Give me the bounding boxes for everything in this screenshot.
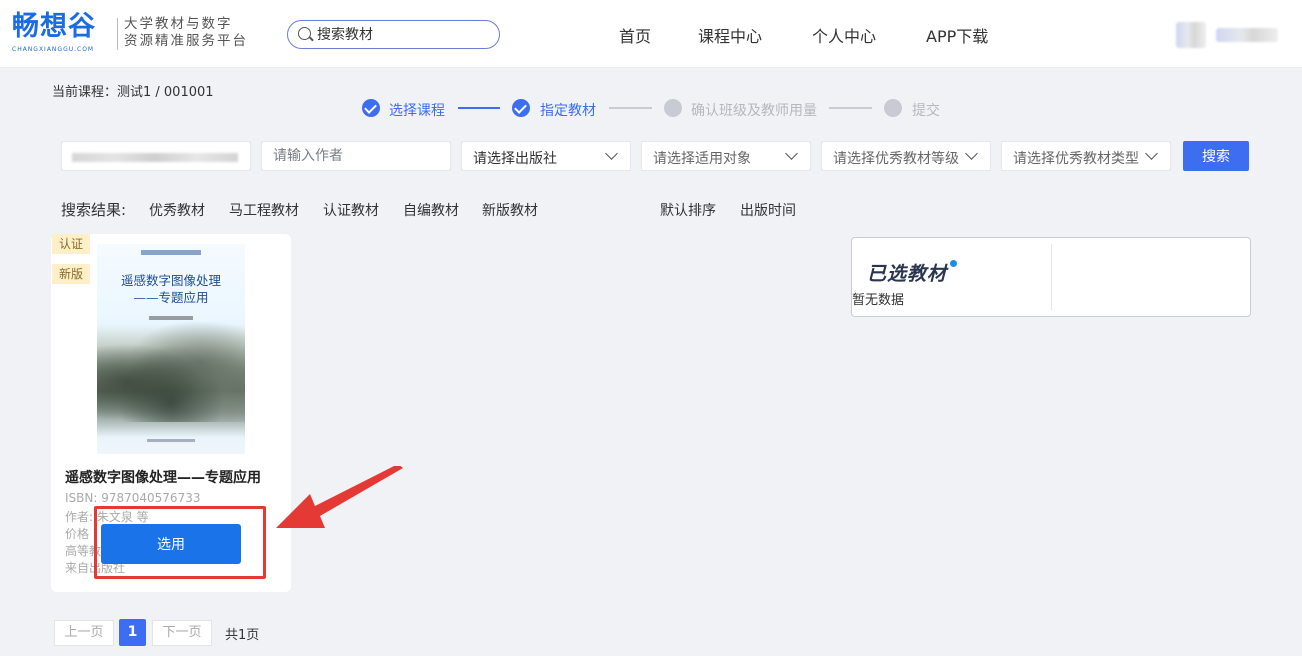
cover-terrain-image [97, 322, 245, 422]
next-page-button[interactable]: 下一页 [152, 620, 212, 646]
search-icon[interactable] [298, 27, 311, 40]
author-input[interactable] [262, 142, 450, 170]
cover-series-mark [141, 250, 201, 255]
tagline-line-2: 资源精准服务平台 [124, 33, 248, 49]
cover-author-mark [149, 316, 193, 320]
level-select-value: 请选择优秀教材等级 [833, 151, 959, 167]
badge-new-edition: 新版 [52, 264, 90, 284]
chevron-down-icon [605, 147, 618, 160]
book-price: 价格 [65, 527, 90, 541]
step-connector-3 [829, 107, 872, 109]
search-results-label: 搜索结果: [61, 201, 127, 219]
chevron-down-icon [965, 147, 978, 160]
selected-count-dot-icon [948, 258, 959, 269]
step-connector-1 [458, 107, 500, 109]
keyword-field-redacted-value [72, 153, 238, 162]
step-2-check-icon [512, 99, 530, 117]
search-button[interactable]: 搜索 [1183, 141, 1249, 171]
audience-select[interactable]: 请选择适用对象 [641, 141, 811, 171]
badge-certified: 认证 [52, 234, 90, 254]
step-1-label: 选择课程 [389, 103, 445, 119]
nav-home[interactable]: 首页 [619, 23, 651, 47]
step-connector-2 [609, 107, 652, 109]
chevron-down-icon [785, 147, 798, 160]
site-tagline: 大学教材与数字 资源精准服务平台 [124, 16, 248, 50]
author-field[interactable] [261, 141, 451, 171]
keyword-field[interactable] [61, 141, 251, 171]
step-4-label: 提交 [912, 103, 940, 119]
current-course: 当前课程：测试1 / 001001 [52, 85, 214, 100]
book-cover[interactable]: 遥感数字图像处理 ——专题应用 [97, 244, 245, 454]
type-select-value: 请选择优秀教材类型 [1013, 151, 1139, 167]
chevron-down-icon [1145, 147, 1158, 160]
logo-divider [117, 18, 118, 50]
logo-text: 畅想谷 [12, 11, 96, 42]
header-search-input[interactable] [317, 24, 492, 45]
cover-press-mark [147, 439, 195, 442]
step-2-label: 指定教材 [540, 103, 596, 119]
cover-title: 遥感数字图像处理 ——专题应用 [97, 272, 245, 306]
publisher-select-value: 请选择出版社 [473, 151, 557, 167]
step-4-dot-icon [884, 99, 902, 117]
avatar[interactable] [1176, 22, 1206, 48]
site-logo[interactable]: 畅想谷 CHANGXIANGGU.COM [12, 10, 112, 58]
prev-page-button[interactable]: 上一页 [54, 620, 114, 646]
tagline-line-1: 大学教材与数字 [124, 16, 233, 32]
page-number-1[interactable]: 1 [119, 619, 146, 646]
nav-personal-center[interactable]: 个人中心 [812, 23, 876, 47]
selected-empty-text: 暂无数据 [852, 293, 905, 308]
cover-title-line-1: 遥感数字图像处理 [120, 273, 221, 288]
tab-marxism-project-textbooks[interactable]: 马工程教材 [229, 200, 299, 220]
book-title[interactable]: 遥感数字图像处理——专题应用 [65, 467, 261, 487]
tab-self-compiled-textbooks[interactable]: 自编教材 [403, 200, 459, 220]
tab-certified-textbooks[interactable]: 认证教材 [323, 200, 379, 220]
publisher-select[interactable]: 请选择出版社 [461, 141, 631, 171]
user-name-redacted[interactable] [1216, 28, 1278, 42]
audience-select-value: 请选择适用对象 [653, 151, 751, 167]
nav-course-center[interactable]: 课程中心 [698, 23, 762, 47]
sort-publish-time[interactable]: 出版时间 [740, 200, 796, 220]
cover-title-line-2: ——专题应用 [133, 290, 209, 305]
header-search[interactable] [287, 20, 500, 49]
selected-panel-divider [1051, 244, 1052, 310]
highlight-box [94, 506, 266, 579]
top-header: 畅想谷 CHANGXIANGGU.COM 大学教材与数字 资源精准服务平台 首页… [0, 0, 1302, 68]
sort-default[interactable]: 默认排序 [660, 200, 716, 220]
tab-excellent-textbooks[interactable]: 优秀教材 [149, 200, 205, 220]
page-total: 共1页 [225, 628, 260, 643]
logo-subtext: CHANGXIANGGU.COM [12, 46, 95, 53]
tab-new-edition-textbooks[interactable]: 新版教材 [482, 200, 538, 220]
selected-textbooks-title: 已选教材 [867, 263, 948, 285]
nav-app-download[interactable]: APP下载 [926, 23, 988, 47]
step-3-dot-icon [664, 99, 682, 117]
step-3-label: 确认班级及教师用量 [691, 103, 817, 119]
type-select[interactable]: 请选择优秀教材类型 [1001, 141, 1171, 171]
pointer-arrow-icon [276, 466, 403, 528]
step-1-check-icon [362, 99, 380, 117]
level-select[interactable]: 请选择优秀教材等级 [821, 141, 991, 171]
book-isbn: ISBN: 9787040576733 [65, 491, 201, 505]
